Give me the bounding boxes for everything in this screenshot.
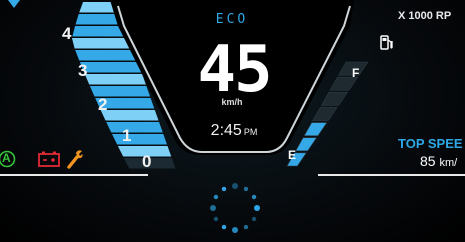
auto-hold-icon: A — [0, 150, 18, 168]
spinner-dot — [243, 186, 249, 192]
fuel-bar-segment — [312, 107, 338, 121]
rpm-bar-segment — [71, 38, 134, 49]
spinner-dot — [221, 186, 227, 192]
fuel-bar-segment — [303, 122, 328, 137]
speed-unit-label: km/h — [221, 97, 243, 107]
spinner-dot — [251, 194, 257, 200]
auto-hold-label: A — [2, 151, 11, 165]
top-speed-readout: 85 km/ — [420, 153, 457, 169]
drive-mode-label: ECO — [215, 12, 249, 27]
clock-display: 2:45 PM — [196, 122, 272, 140]
rpm-bar-segment — [100, 110, 159, 121]
spinner-dot — [254, 205, 260, 211]
rpm-bar-segment — [84, 74, 146, 85]
spinner-dot — [210, 205, 216, 211]
loading-spinner-icon — [210, 183, 260, 233]
wrench-icon — [67, 150, 83, 169]
fuel-empty-label: E — [288, 148, 297, 162]
spinner-dot — [232, 227, 238, 233]
top-speed-unit: km/ — [439, 157, 458, 169]
rpm-bar-segment — [79, 62, 142, 73]
spinner-dot — [213, 194, 219, 200]
rpm-bar-segment — [106, 122, 163, 133]
speed-readout: 45 — [197, 33, 272, 107]
spinner-dot — [232, 183, 238, 189]
fuel-bar-segment — [295, 137, 318, 152]
instrument-cluster: 4 3 2 1 0 X 1000 RP ECO 45 km/h 2:45 PM F… — [0, 0, 465, 242]
spinner-dot — [213, 216, 219, 222]
fuel-bar-segment — [320, 91, 348, 106]
top-indicator-icon — [8, 0, 20, 8]
rpm-bar-segment — [111, 134, 167, 145]
rpm-tick-1: 1 — [122, 126, 132, 145]
spinner-dot — [221, 224, 227, 230]
fuel-pump-icon — [380, 35, 393, 50]
top-speed-label: TOP SPEE — [398, 136, 463, 151]
rpm-tick-2: 2 — [98, 95, 108, 114]
divider-left — [0, 174, 148, 176]
rpm-bar-segment — [75, 50, 138, 61]
divider-right — [318, 174, 465, 176]
rpm-unit-label: X 1000 RP — [398, 10, 452, 22]
top-speed-value: 85 — [420, 153, 436, 169]
clock-time: 2:45 — [210, 122, 242, 139]
spinner-dot — [243, 224, 249, 230]
clock-ampm: PM — [243, 127, 258, 137]
battery-warning-icon — [38, 151, 60, 167]
rpm-tick-0: 0 — [142, 152, 152, 171]
rpm-tick-3: 3 — [78, 61, 88, 80]
spinner-dot — [251, 216, 257, 222]
rpm-tick-4: 4 — [62, 24, 72, 43]
fuel-full-label: F — [352, 66, 360, 80]
